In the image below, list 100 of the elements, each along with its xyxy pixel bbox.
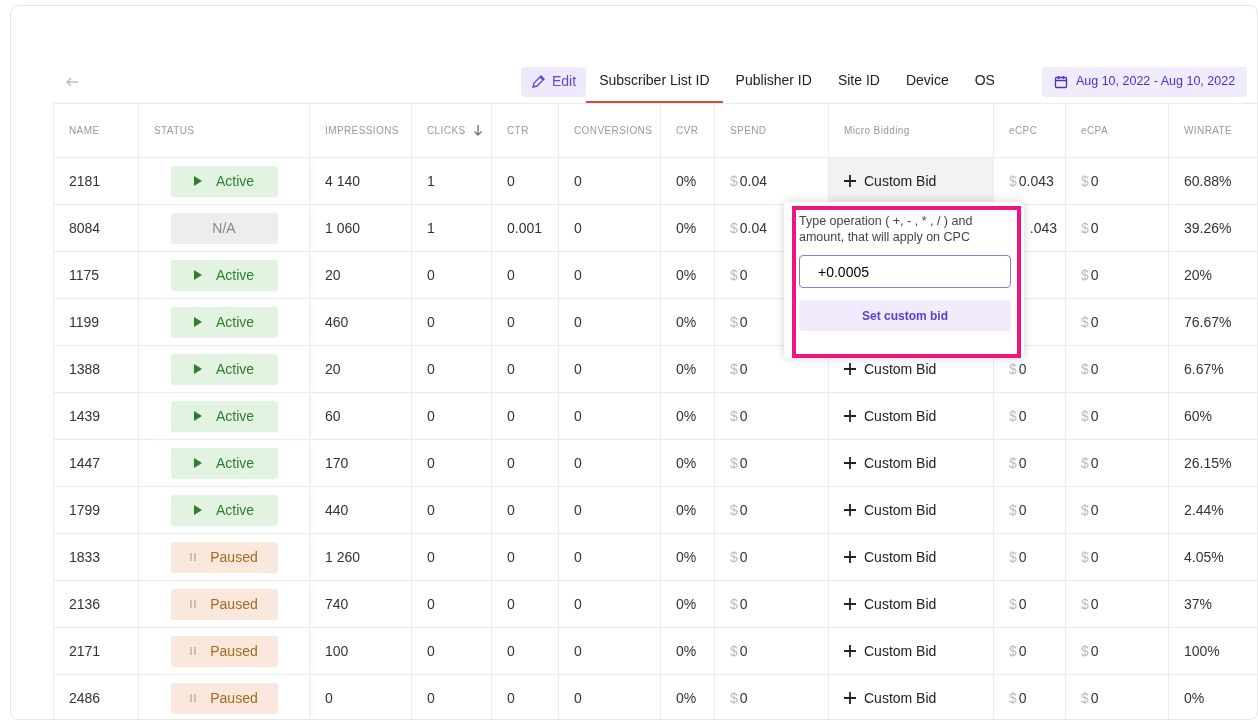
money-value: $0	[1009, 595, 1027, 612]
money-value: $0	[1081, 595, 1099, 612]
tab[interactable]: Publisher ID	[722, 60, 825, 103]
table-cell-text: 0	[507, 172, 515, 189]
table-cell-text: 460	[325, 313, 349, 330]
table-cell-text: 0%	[676, 266, 697, 283]
table-cell-text: 0	[427, 595, 435, 612]
table-cell-text: 0	[427, 548, 435, 565]
money-value: $0	[1081, 172, 1099, 189]
table-cell-text: 0%	[676, 407, 697, 424]
status-badge: Active	[170, 447, 278, 479]
table-cell-text: 1 260	[325, 548, 361, 565]
tab[interactable]: Site ID	[824, 60, 893, 103]
tab[interactable]: Subscriber List ID	[586, 60, 723, 103]
tab[interactable]: OS	[961, 60, 1008, 103]
table-cell-text: 2136	[69, 595, 101, 612]
money-value: $0	[730, 642, 748, 659]
money-value: $0	[730, 454, 748, 471]
money-value: $0	[1081, 407, 1099, 424]
status-badge: Active	[170, 165, 278, 197]
plus-icon	[844, 551, 856, 563]
set-custom-bid-button[interactable]: Set custom bid	[799, 300, 1011, 332]
table-cell-text: 440	[325, 501, 349, 518]
table-cell-text: 0%	[676, 548, 697, 565]
money-value: $0	[730, 595, 748, 612]
table-cell-text: 0%	[676, 219, 697, 236]
table-cell-text: 1	[427, 172, 435, 189]
money-value: $0	[1081, 642, 1099, 659]
edit-button[interactable]: Edit	[521, 66, 587, 97]
money-value: $0	[1009, 548, 1027, 565]
table-cell-text: 0%	[676, 689, 697, 706]
table-cell-text: 0	[427, 313, 435, 330]
table-cell-text: 0	[574, 172, 582, 189]
table-cell-text: 0	[574, 219, 582, 236]
table-cell-text: 0	[507, 689, 515, 706]
table-cell-text: 0%	[676, 172, 697, 189]
table-cell-text: 0	[325, 689, 333, 706]
table-cell-text: 0	[507, 642, 515, 659]
table-cell-text: 0	[574, 689, 582, 706]
money-value: $0	[1081, 219, 1099, 236]
status-badge: Active	[170, 494, 278, 526]
money-value: $0	[730, 548, 748, 565]
money-value: $0	[1081, 313, 1099, 330]
table-cell-text: 20	[325, 360, 341, 377]
table-cell-text: 0	[574, 313, 582, 330]
popover-hint: Type operation ( +, - , * , / ) and amount, that will apply on CPC	[799, 214, 974, 246]
table-cell-text: 0	[574, 548, 582, 565]
date-range-button[interactable]: Aug 10, 2022 - Aug 10, 2022	[1041, 66, 1248, 97]
table-cell-text: 0	[574, 595, 582, 612]
play-icon	[193, 270, 202, 280]
table-cell-text: 1	[427, 219, 435, 236]
calendar-icon	[1053, 74, 1068, 89]
table-cell-text: 8084	[69, 219, 101, 236]
table-cell-text: 1199	[69, 313, 100, 330]
status-badge: Paused	[170, 682, 278, 714]
money-value: .043	[1029, 219, 1057, 236]
table-cell-text: 20%	[1184, 266, 1213, 283]
table-cell-text: 39.26%	[1184, 219, 1232, 236]
table-cell-text: 2171	[69, 642, 101, 659]
plus-icon	[844, 645, 856, 657]
status-badge: N/A	[170, 212, 278, 244]
table-cell-text: 100%	[1184, 642, 1220, 659]
bid-input-field[interactable]: +0.0005	[799, 255, 1011, 289]
table-cell-text: 100	[325, 642, 349, 659]
money-value: $0	[730, 266, 748, 283]
money-value: $0	[730, 407, 748, 424]
table-cell-text: 2.44%	[1184, 501, 1224, 518]
status-badge: Active	[170, 400, 278, 432]
table-cell-text: 1447	[69, 454, 101, 471]
tab[interactable]: Device	[892, 60, 962, 103]
table-cell-text: 0%	[676, 360, 697, 377]
money-value: $0	[1009, 642, 1027, 659]
plus-icon	[844, 363, 856, 375]
table-cell-text: 0	[574, 266, 582, 283]
table-cell-text: 76.67%	[1184, 313, 1232, 330]
money-value: $0	[730, 313, 748, 330]
money-value: $0	[1081, 454, 1099, 471]
table-cell-text: 0	[427, 360, 435, 377]
table-cell-text: 0%	[676, 642, 697, 659]
status-badge: Paused	[170, 541, 278, 573]
table-cell-text: 0%	[676, 313, 697, 330]
plus-icon	[844, 175, 856, 187]
table-cell-text: 1439	[69, 407, 101, 424]
plus-icon	[844, 457, 856, 469]
play-icon	[193, 364, 202, 374]
table-cell-text: 1388	[69, 360, 101, 377]
table-cell-text: 0	[507, 595, 515, 612]
play-icon	[193, 505, 202, 515]
table-cell-text: 2486	[69, 689, 101, 706]
table-cell-text: 0.001	[507, 219, 543, 236]
play-icon	[193, 176, 202, 186]
money-value: $0	[730, 689, 748, 706]
status-badge: Active	[170, 306, 278, 338]
table-cell-text: 0	[427, 407, 435, 424]
table-cell-text: 0	[427, 689, 435, 706]
plus-icon	[844, 504, 856, 516]
pencil-icon	[531, 74, 546, 89]
table-cell-text: 0%	[1184, 689, 1205, 706]
table-cell-text: 740	[325, 595, 349, 612]
table-cell-text: 0	[427, 642, 435, 659]
